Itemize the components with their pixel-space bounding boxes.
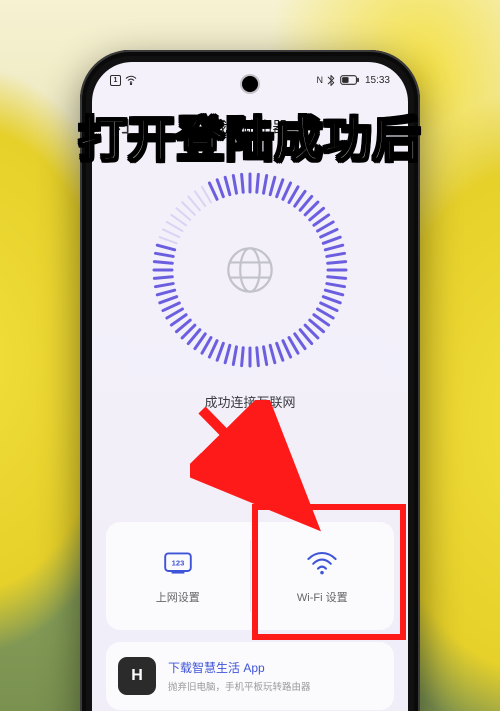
globe-icon [224,244,276,296]
clock: 15:33 [365,75,390,86]
internet-settings-button[interactable]: 123 上网设置 [106,522,250,630]
sim-indicator: 1 [110,75,121,86]
internet-settings-label: 上网设置 [156,589,200,605]
promo-title: 下载智慧生活 App [168,659,311,676]
nfc-icon: N [316,75,322,85]
internet-settings-icon: 123 [162,547,194,579]
battery-icon [340,75,360,85]
wifi-settings-button[interactable]: Wi-Fi 设置 [251,522,395,630]
quick-actions: 123 上网设置 Wi-Fi 设置 [106,522,394,630]
camera-punch-hole [242,76,258,92]
overlay-caption: 打开登陆成功后 [78,100,421,170]
svg-text:123: 123 [171,558,184,567]
status-dial [150,170,350,370]
promo-card[interactable]: H 下载智慧生活 App 抛弃旧电脑，手机平板玩转路由器 [106,642,394,710]
wifi-icon [306,547,338,579]
app-badge-icon: H [118,657,156,695]
promo-subtitle: 抛弃旧电脑，手机平板玩转路由器 [168,679,311,693]
wifi-status-icon [125,75,137,85]
bluetooth-icon [327,75,335,86]
connection-status-text: 成功连接互联网 [92,392,408,411]
wifi-settings-label: Wi-Fi 设置 [297,589,348,605]
